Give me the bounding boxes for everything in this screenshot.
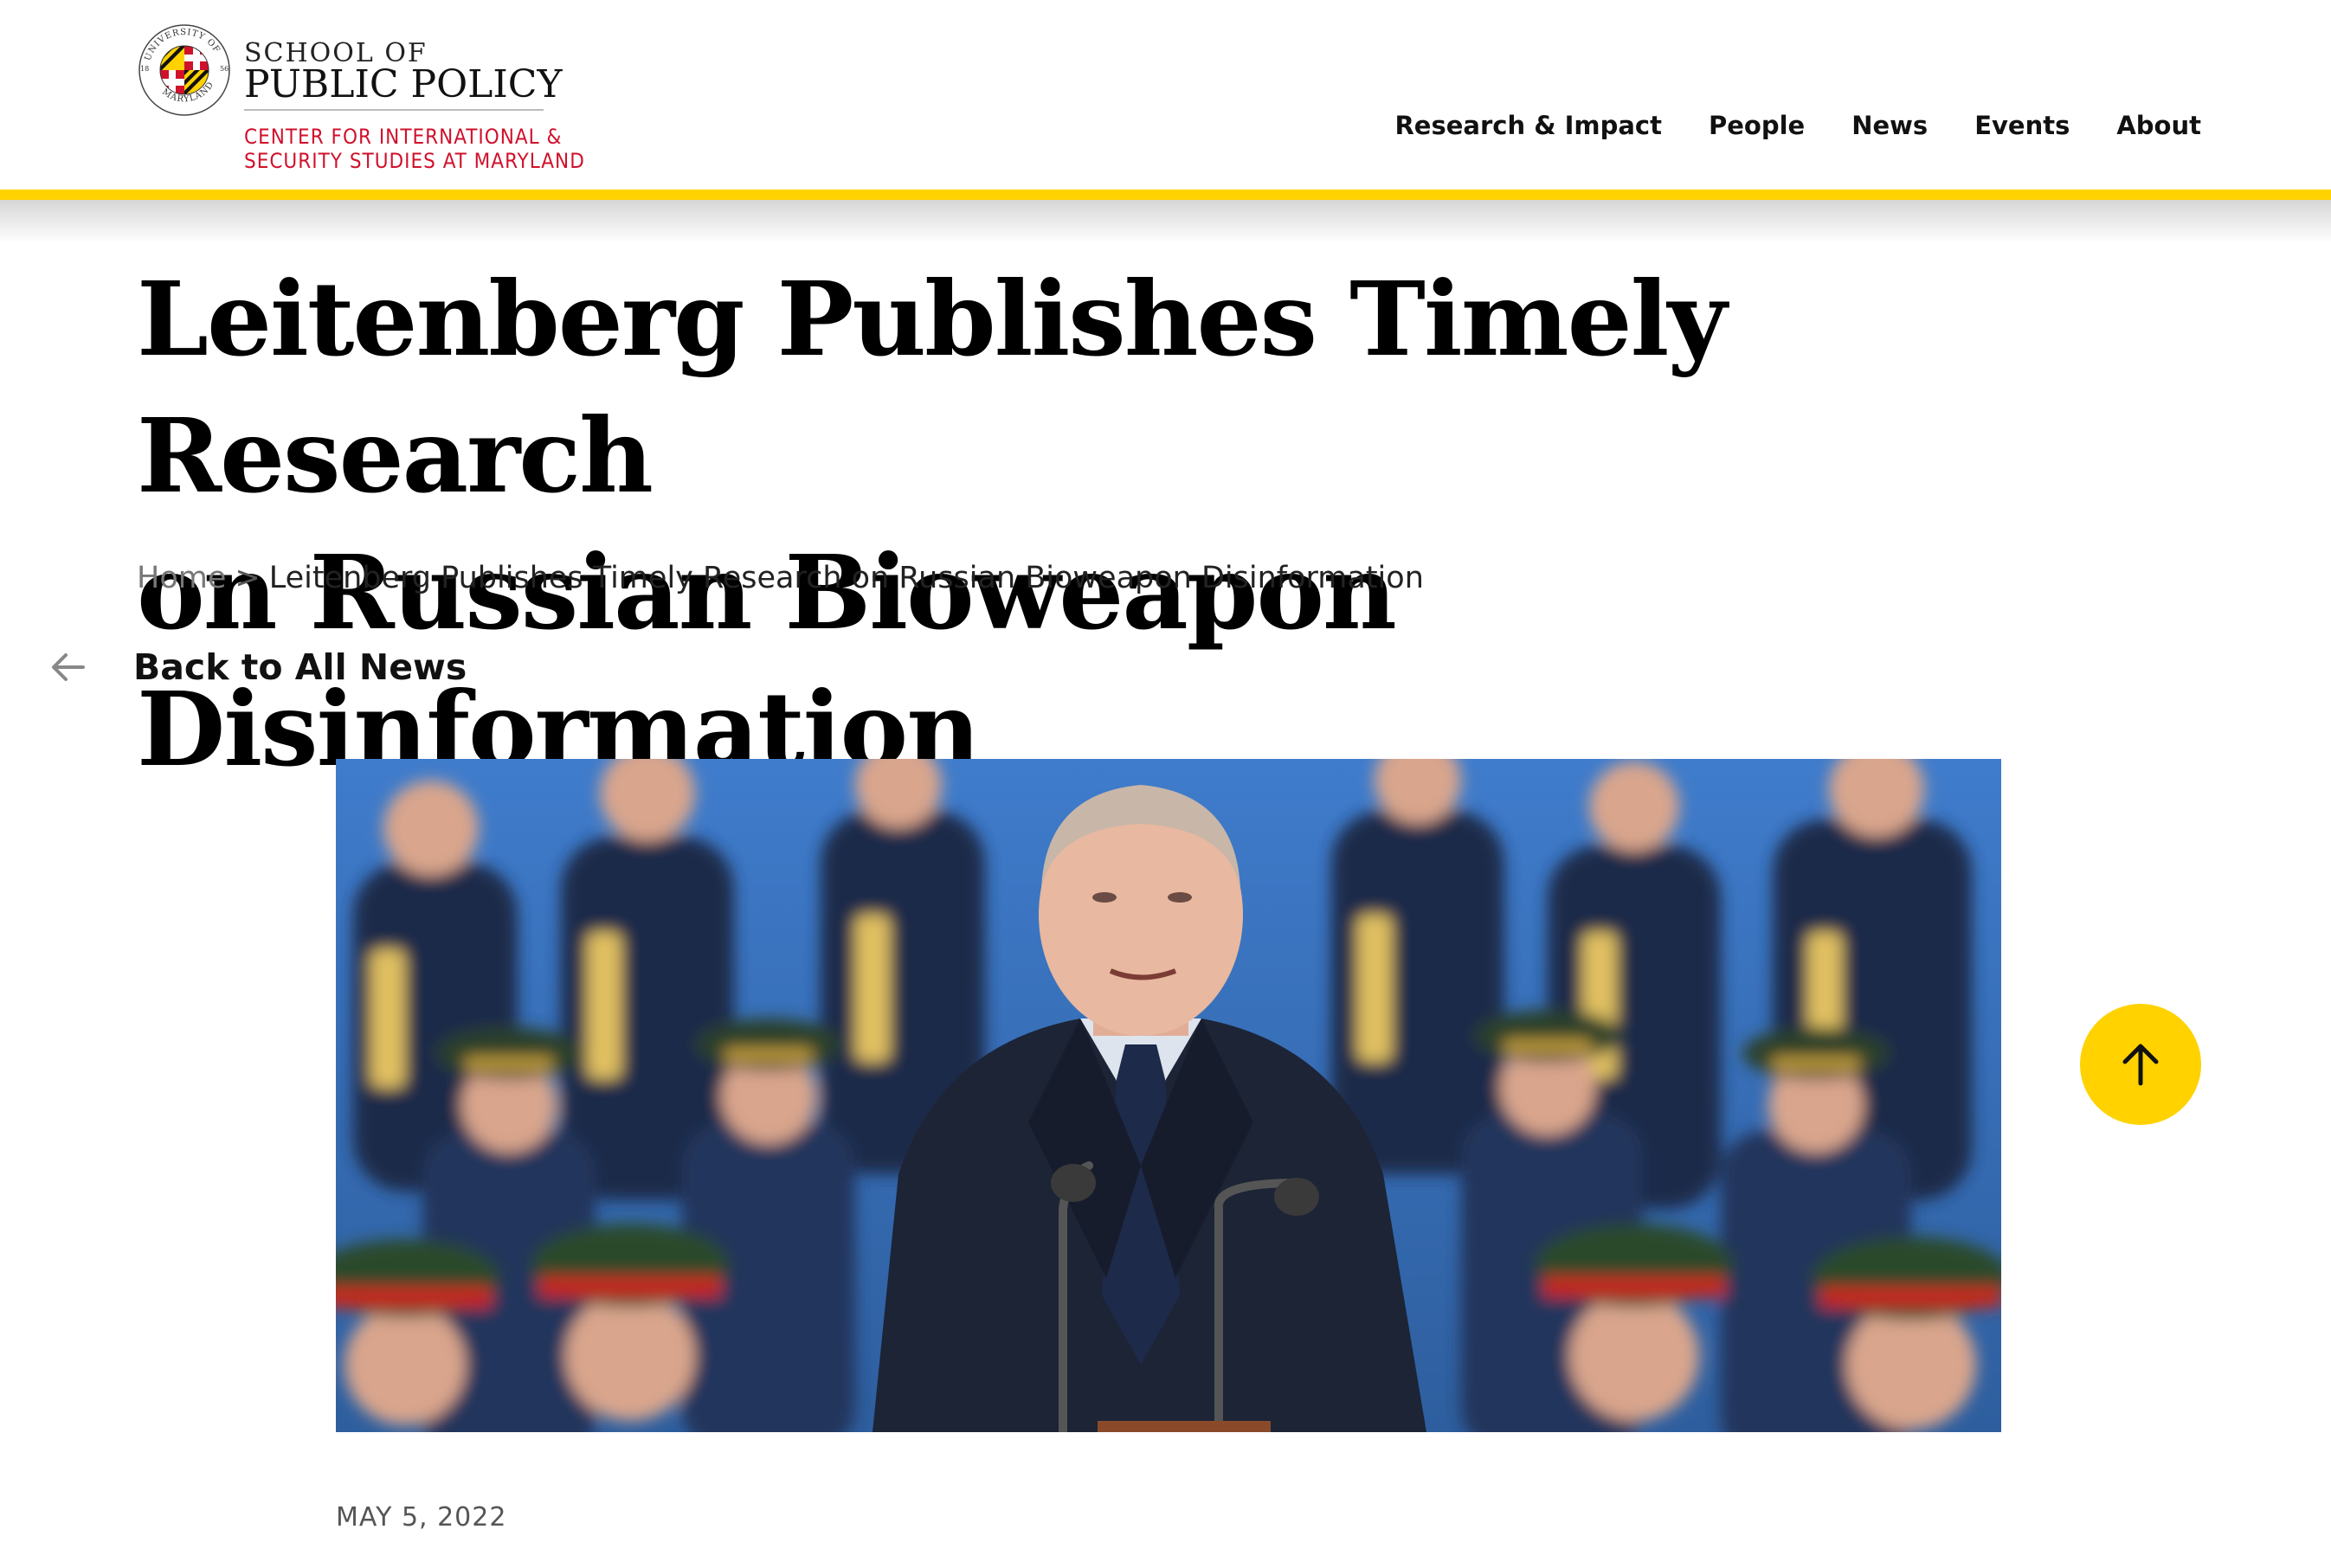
main-nav: Research & Impact People News Events Abo…: [1348, 111, 2201, 140]
svg-text:18: 18: [140, 65, 149, 73]
nav-events[interactable]: Events: [1974, 111, 2070, 140]
back-to-news-link[interactable]: Back to All News: [47, 646, 467, 689]
nav-research-impact[interactable]: Research & Impact: [1394, 111, 1662, 140]
logo-public-policy: PUBLIC POLICY: [244, 62, 563, 106]
site-logo[interactable]: UNIVERSITY OF MARYLAND 18 56 SCHOOL OF P…: [137, 22, 587, 178]
nav-people[interactable]: People: [1709, 111, 1805, 140]
arrow-left-icon: [52, 653, 85, 681]
article-hero-image: [336, 759, 2001, 1432]
logo-center-line-2: SECURITY STUDIES AT MARYLAND: [244, 149, 585, 173]
nav-about[interactable]: About: [2116, 111, 2201, 140]
logo-divider: [244, 109, 544, 111]
nav-news[interactable]: News: [1851, 111, 1928, 140]
scroll-to-top-button[interactable]: [2080, 1004, 2201, 1125]
back-to-news-label: Back to All News: [133, 646, 467, 688]
page-title: Leitenberg Publishes Timely Research on …: [137, 251, 2171, 798]
university-seal-icon: UNIVERSITY OF MARYLAND 18 56: [138, 24, 230, 116]
breadcrumb-home-link[interactable]: Home: [137, 561, 226, 595]
breadcrumb-separator: >: [235, 561, 261, 595]
header-shadow: [0, 200, 2331, 243]
arrow-up-icon: [2122, 1044, 2159, 1086]
site-header: UNIVERSITY OF MARYLAND 18 56 SCHOOL OF P…: [0, 0, 2331, 192]
header-accent-bar: [0, 190, 2331, 200]
breadcrumb-current: Leitenberg Publishes Timely Research on …: [268, 561, 1424, 595]
article-date: MAY 5, 2022: [336, 1502, 507, 1533]
svg-text:56: 56: [220, 65, 229, 73]
page-title-line-1: Leitenberg Publishes Timely Research: [137, 259, 1727, 516]
breadcrumb: Home > Leitenberg Publishes Timely Researc…: [137, 561, 1424, 595]
logo-center-line-1: CENTER FOR INTERNATIONAL &: [244, 125, 563, 149]
